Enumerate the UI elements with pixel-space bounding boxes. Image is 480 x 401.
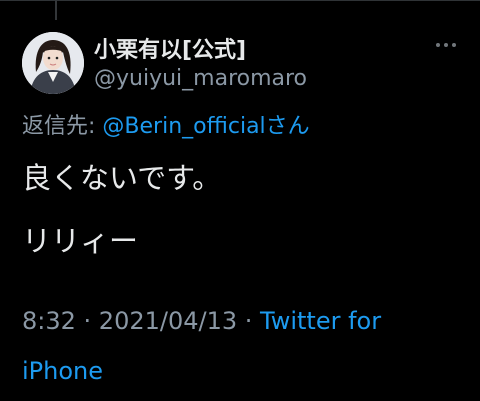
top-divider [0, 0, 480, 1]
avatar-image [22, 32, 84, 94]
reply-mention-suffix: さん [265, 114, 310, 139]
thread-connector-line [55, 0, 57, 20]
more-options-button[interactable] [436, 38, 462, 52]
meta-separator: · [75, 307, 99, 335]
reply-to-line: 返信先: @Berin_officialさん [22, 108, 310, 140]
meta-separator: · [237, 307, 261, 335]
tweet-date[interactable]: 2021/04/13 [99, 307, 237, 335]
author-display-name[interactable]: 小栗有以[公式] [94, 32, 246, 64]
reply-to-prefix: 返信先: [22, 114, 103, 139]
reply-mention-link[interactable]: @Berin_official [102, 114, 265, 139]
more-dots-icon [436, 43, 440, 47]
tweet-time[interactable]: 8:32 [22, 307, 76, 335]
avatar[interactable] [22, 32, 84, 94]
more-dots-icon [444, 43, 448, 47]
more-dots-icon [452, 43, 456, 47]
tweet-metadata: 8:32 · 2021/04/13 · Twitter for iPhone [22, 296, 462, 396]
tweet-text-line-2: リリィー [22, 224, 139, 258]
author-handle[interactable]: @yuiyui_maromaro [94, 66, 307, 91]
tweet-text-line-1: 良くないです。 [22, 161, 222, 195]
